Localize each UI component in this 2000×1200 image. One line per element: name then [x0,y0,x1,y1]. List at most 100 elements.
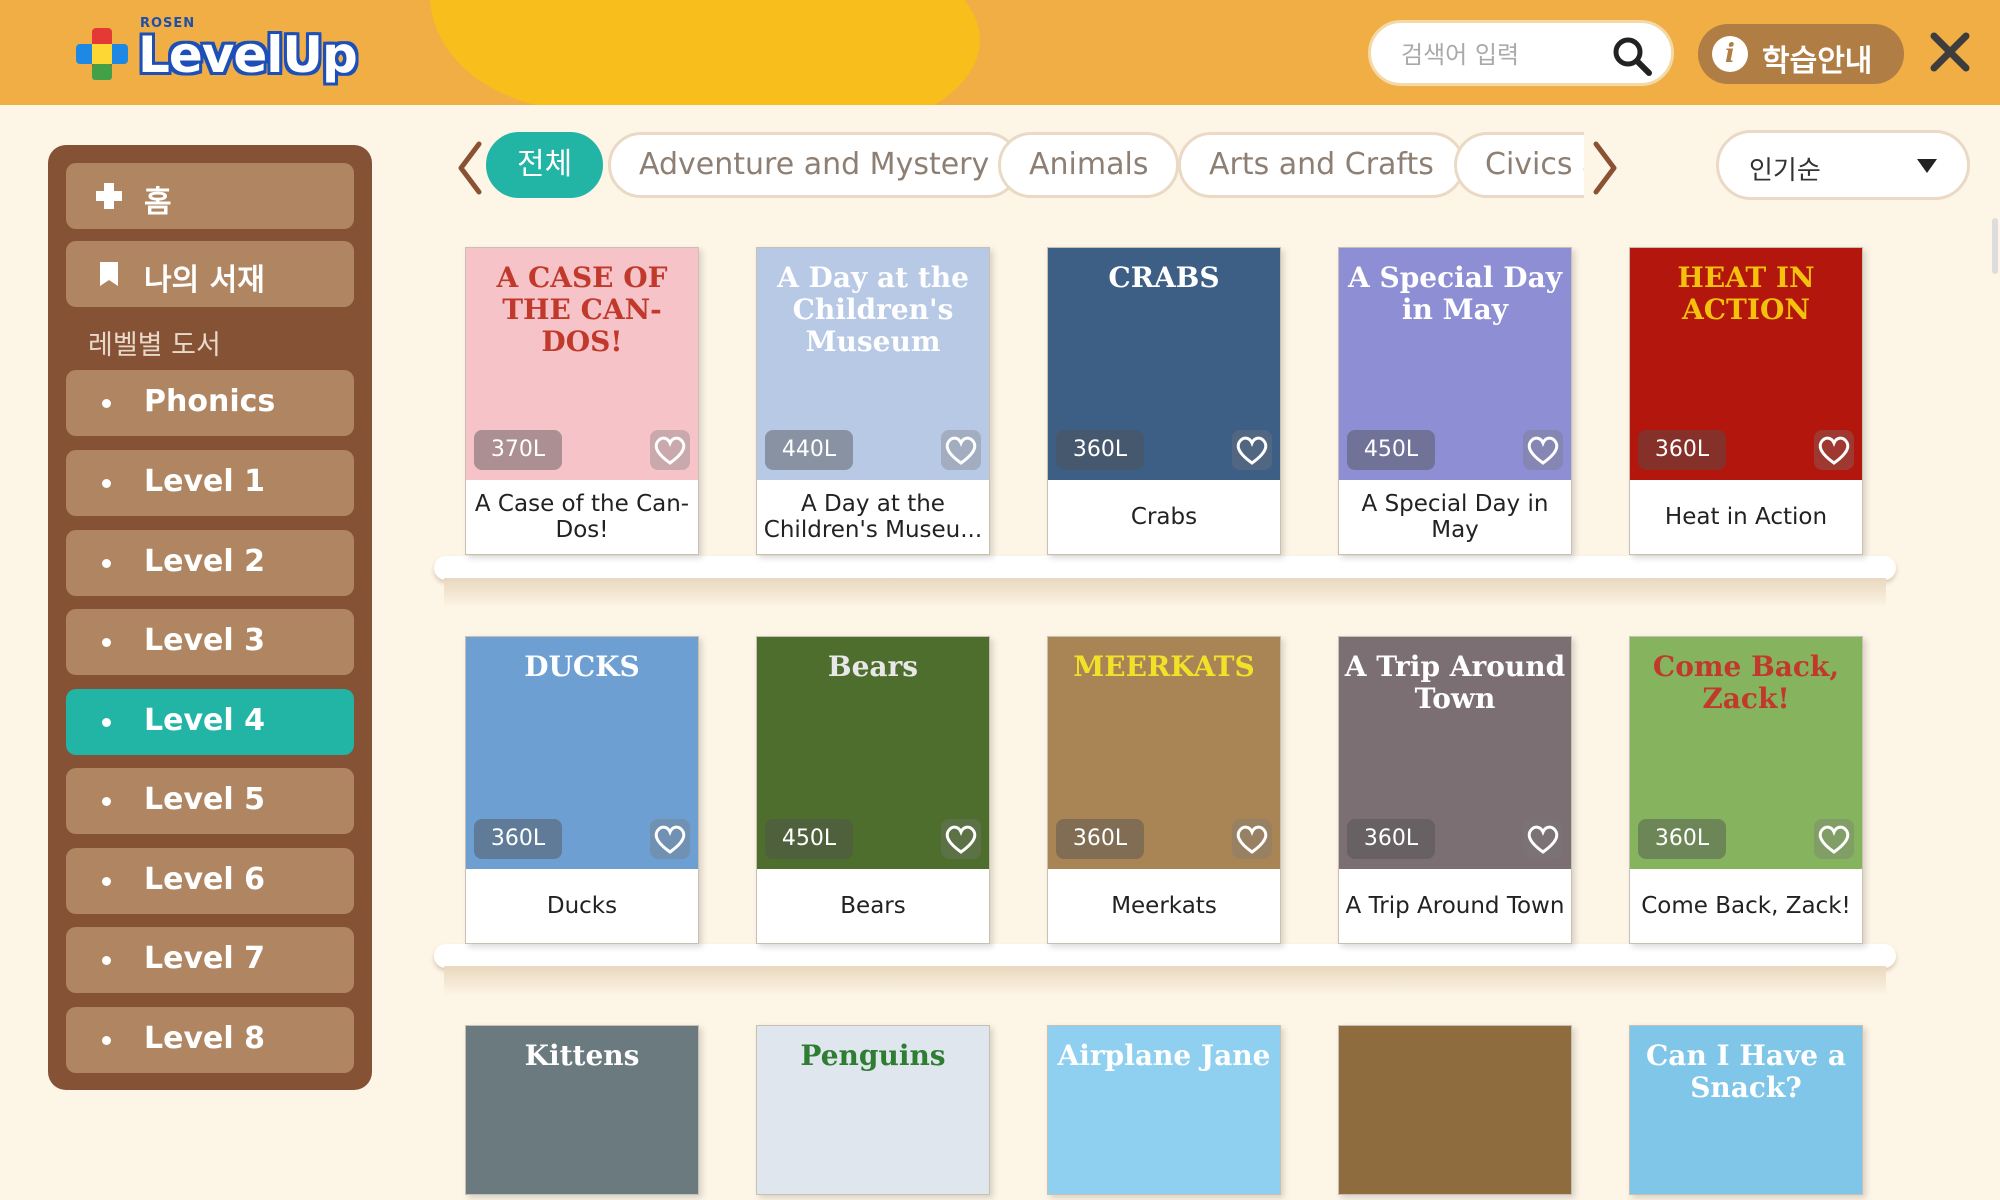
book-card[interactable]: Bears 450L Bears [756,636,990,944]
book-card[interactable]: Penguins [756,1025,990,1195]
sidebar-item-level-8[interactable]: Level 8 [66,1007,354,1073]
heart-icon[interactable] [650,819,690,859]
search-input[interactable] [1401,37,1601,73]
sidebar-section-label: 레벨별 도서 [88,330,221,361]
lexile-badge: 360L [1056,819,1144,859]
book-cover-title: A CASE OF THE CAN-DOS! [496,261,668,358]
logo-wordmark: LevelUp [138,26,358,84]
book-card[interactable]: Airplane Jane [1047,1025,1281,1195]
search-icon[interactable] [1611,35,1653,77]
heart-icon[interactable] [1814,819,1854,859]
shelf [434,944,1896,968]
book-cover[interactable]: MEERKATS 360L [1048,637,1280,869]
sidebar-item-level-1[interactable]: Level 1 [66,450,354,516]
sidebar: 홈 나의 서재 레벨별 도서 Phonics Level 1 Level 2 L… [48,145,372,1090]
book-cover[interactable]: Bears 450L [757,637,989,869]
heart-icon[interactable] [1523,430,1563,470]
tab-civics[interactable]: Civics a [1454,132,1584,198]
tab-animals[interactable]: Animals [998,132,1180,198]
bullet-icon [102,797,111,806]
heart-icon[interactable] [650,430,690,470]
sidebar-item-label: Phonics [144,384,276,419]
book-cover[interactable]: A Special Day in May 450L [1339,248,1571,480]
book-card[interactable]: HEAT IN ACTION 360L Heat in Action [1629,247,1863,555]
book-cover-title: MEERKATS [1073,650,1255,683]
bullet-icon [102,718,111,727]
heart-icon[interactable] [1232,430,1272,470]
book-title: Ducks [546,893,618,919]
book-title: Come Back, Zack! [1641,893,1851,919]
sidebar-item-level-2[interactable]: Level 2 [66,530,354,596]
shelf-shadow [444,966,1886,996]
book-cover[interactable] [1339,1026,1571,1194]
book-cover[interactable]: Airplane Jane [1048,1026,1280,1194]
sidebar-item-label: Level 7 [144,941,265,976]
book-card[interactable]: A CASE OF THE CAN-DOS! 370L A Case of the … [465,247,699,555]
sidebar-item-level-6[interactable]: Level 6 [66,848,354,914]
sidebar-item-label: Level 2 [144,544,265,579]
book-card[interactable]: Can I Have a Snack? [1629,1025,1863,1195]
heart-icon[interactable] [941,430,981,470]
book-card[interactable]: A Trip Around Town 360L A Trip Around Town [1338,636,1572,944]
book-card[interactable] [1338,1025,1572,1195]
sidebar-item-phonics[interactable]: Phonics [66,370,354,436]
sidebar-item-label: 나의 서재 [144,263,265,298]
sidebar-item-level-3[interactable]: Level 3 [66,609,354,675]
sidebar-item-level-5[interactable]: Level 5 [66,768,354,834]
book-cover[interactable]: A Trip Around Town 360L [1339,637,1571,869]
plus-icon [96,183,122,209]
shelf-shadow [444,578,1886,608]
book-cover[interactable]: Penguins [757,1026,989,1194]
app-logo[interactable]: ROSEN LevelUp [72,16,372,96]
book-cover-title: DUCKS [524,650,640,683]
book-card[interactable]: A Special Day in May 450L A Special Day in… [1338,247,1572,555]
chevron-right-icon[interactable] [1590,140,1620,196]
book-card[interactable]: Come Back, Zack! 360L Come Back, Zack! [1629,636,1863,944]
bookmark-icon [100,262,118,286]
category-tabs: 전체 Adventure and Mystery Animals Arts an… [484,130,1584,202]
sidebar-item-label: 홈 [144,185,172,220]
book-card[interactable]: DUCKS 360L Ducks [465,636,699,944]
bullet-icon [102,479,111,488]
sidebar-item-level-7[interactable]: Level 7 [66,927,354,993]
heart-icon[interactable] [1232,819,1272,859]
book-cover[interactable]: Come Back, Zack! 360L [1630,637,1862,869]
book-cover[interactable]: A Day at the Children's Museum 440L [757,248,989,480]
scrollbar-thumb[interactable] [1992,218,1998,274]
lexile-badge: 450L [765,819,853,859]
book-cover-title: HEAT IN ACTION [1677,261,1815,326]
book-cover[interactable]: A CASE OF THE CAN-DOS! 370L [466,248,698,480]
lexile-badge: 360L [1638,819,1726,859]
book-card[interactable]: MEERKATS 360L Meerkats [1047,636,1281,944]
sidebar-item-my-shelf[interactable]: 나의 서재 [66,241,354,307]
heart-icon[interactable] [1523,819,1563,859]
heart-icon[interactable] [1814,430,1854,470]
book-cover[interactable]: Kittens [466,1026,698,1194]
caret-down-icon [1917,159,1937,173]
book-cover[interactable]: DUCKS 360L [466,637,698,869]
tab-arts-and-crafts[interactable]: Arts and Crafts [1178,132,1465,198]
book-cover[interactable]: Can I Have a Snack? [1630,1026,1862,1194]
close-icon[interactable] [1928,30,1972,74]
sort-dropdown[interactable]: 인기순 [1716,130,1970,200]
book-card[interactable]: Kittens [465,1025,699,1195]
search-box[interactable] [1368,20,1674,86]
sidebar-item-home[interactable]: 홈 [66,163,354,229]
bullet-icon [102,956,111,965]
book-cover[interactable]: CRABS 360L [1048,248,1280,480]
book-cover[interactable]: HEAT IN ACTION 360L [1630,248,1862,480]
book-title: A Day at the Children's Museu... [763,491,983,543]
chevron-left-icon[interactable] [455,140,485,196]
lexile-badge: 440L [765,430,853,470]
book-title: Crabs [1130,504,1198,530]
book-cover-title: Can I Have a Snack? [1646,1039,1846,1104]
lexile-badge: 360L [1638,430,1726,470]
study-guide-button[interactable]: i 학습안내 [1698,24,1904,84]
sidebar-item-level-4[interactable]: Level 4 [66,689,354,755]
tab-all[interactable]: 전체 [486,132,604,198]
book-cover-title: A Trip Around Town [1344,650,1566,715]
tab-adventure-and-mystery[interactable]: Adventure and Mystery [608,132,1021,198]
book-card[interactable]: CRABS 360L Crabs [1047,247,1281,555]
book-card[interactable]: A Day at the Children's Museum 440L A Day … [756,247,990,555]
heart-icon[interactable] [941,819,981,859]
